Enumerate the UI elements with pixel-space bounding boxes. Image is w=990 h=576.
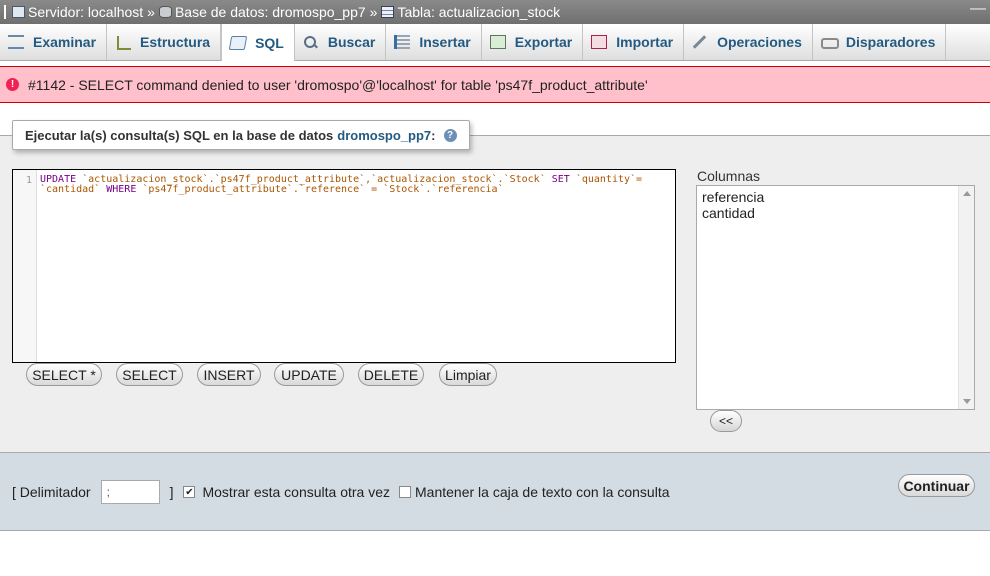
keep-box-label: Mantener la caja de texto con la consult… [415,484,670,500]
sql-code[interactable]: UPDATE `actualizacion_stock`.`ps47f_prod… [40,175,671,195]
tab-examinar[interactable]: Examinar [0,24,108,60]
keep-box-checkbox[interactable] [399,486,412,498]
error-message-box: ! #1142 - SELECT command denied to user … [0,66,990,103]
line-numbers: 1 [13,170,37,362]
search-icon [303,35,319,49]
insert-column-button[interactable]: << [710,410,742,432]
select-all-button[interactable]: SELECT * [26,363,102,386]
tab-estructura[interactable]: Estructura [107,24,222,60]
line-number: 1 [25,175,32,186]
tab-bar: Examinar Estructura SQL Buscar Insertar … [0,24,990,61]
sql-icon [228,35,248,50]
query-options-footer: [ Delimitador ; ] ✔ Mostrar esta consult… [0,453,990,531]
sql-keyword: WHERE [106,184,137,195]
tab-insertar[interactable]: Insertar [386,24,482,60]
select-button[interactable]: SELECT [116,363,183,386]
tab-label: Exportar [514,34,573,50]
tab-importar[interactable]: Importar [583,24,685,60]
scroll-down-icon[interactable] [963,399,971,404]
structure-icon [115,35,132,50]
tab-label: Insertar [419,34,471,50]
insert-button[interactable]: INSERT [197,363,261,386]
database-icon [158,6,172,18]
breadcrumb-edge [4,5,6,19]
clear-button[interactable]: Limpiar [439,363,497,386]
legend-database-link[interactable]: dromospo_pp7 [337,128,431,143]
sql-query-legend: Ejecutar la(s) consulta(s) SQL en la bas… [12,120,470,150]
sql-keyword: SET [551,174,570,185]
show-query-checkbox[interactable]: ✔ [183,486,196,498]
export-icon [489,35,506,49]
sql-text: `quantity`= [569,174,643,185]
columns-label: Columnas [697,168,761,184]
tab-operaciones[interactable]: Operaciones [684,24,813,60]
delimiter-close: ] [169,484,174,500]
wrench-icon [692,35,708,49]
sql-text: `cantidad` [40,184,107,195]
delimiter-label: [ Delimitador [12,484,91,500]
continue-button[interactable]: Continuar [898,474,975,497]
sql-editor[interactable]: 1 UPDATE `actualizacion_stock`.`ps47f_pr… [12,169,676,363]
browse-icon [8,35,24,49]
breadcrumb-table-link[interactable]: Tabla: actualizacion_stock [397,4,560,20]
column-item[interactable]: referencia [702,189,969,205]
delimiter-input[interactable]: ; [100,480,160,504]
tab-label: Buscar [327,34,376,50]
server-icon [12,6,25,18]
import-icon [591,35,608,49]
help-icon[interactable]: ? [443,128,457,142]
tab-exportar[interactable]: Exportar [482,24,584,60]
column-item[interactable]: cantidad [702,205,969,221]
scrollbar[interactable] [958,186,974,409]
tab-disparadores[interactable]: Disparadores [813,24,947,60]
table-icon [381,6,395,18]
tab-label: SQL [255,34,284,51]
tab-label: Operaciones [717,34,802,50]
delete-button[interactable]: DELETE [358,363,424,386]
trigger-icon [820,35,839,49]
tab-label: Estructura [140,34,211,50]
insert-icon [394,35,411,49]
tab-label: Disparadores [845,34,936,50]
breadcrumb-database-link[interactable]: Base de datos: dromospo_pp7 [175,4,366,20]
show-query-label: Mostrar esta consulta otra vez [202,484,391,500]
legend-colon: : [431,127,436,143]
legend-text: Ejecutar la(s) consulta(s) SQL en la bas… [25,127,334,143]
breadcrumb-separator: » [369,4,378,20]
update-button[interactable]: UPDATE [274,363,344,386]
error-message-text: #1142 - SELECT command denied to user 'd… [28,76,648,93]
breadcrumb: Servidor: localhost » Base de datos: dro… [0,0,990,24]
tab-sql[interactable]: SQL [221,24,295,61]
tab-buscar[interactable]: Buscar [295,24,387,60]
error-icon: ! [6,78,19,91]
breadcrumb-server-link[interactable]: Servidor: localhost [28,4,143,20]
scroll-up-icon[interactable] [963,191,971,196]
breadcrumb-separator: » [147,4,155,20]
tab-label: Importar [616,34,674,50]
tab-label: Examinar [33,34,97,50]
options-row: [ Delimitador ; ] ✔ Mostrar esta consult… [12,480,670,504]
columns-list[interactable]: referencia cantidad [696,185,975,410]
sql-text: `ps47f_product_attribute`.`reference` = … [136,184,504,195]
close-icon[interactable]: — [970,0,986,18]
